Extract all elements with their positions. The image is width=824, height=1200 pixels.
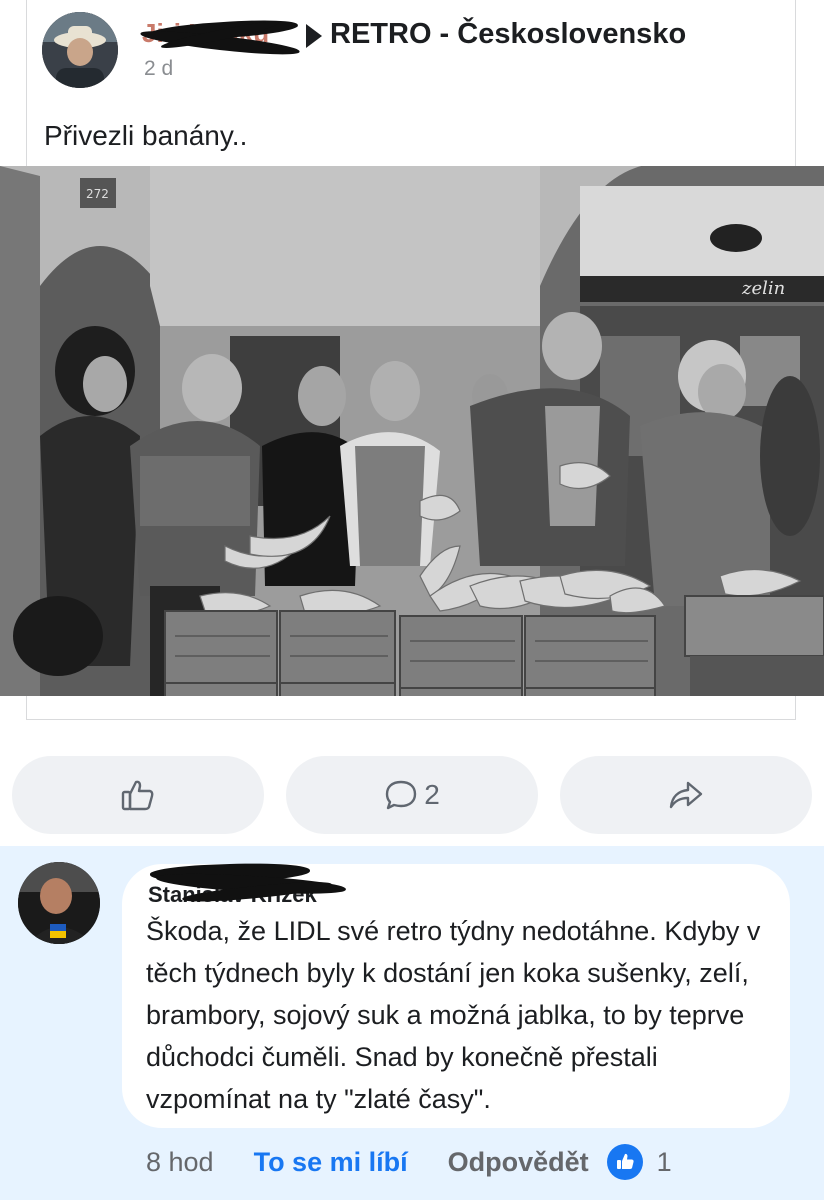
comment-button[interactable]: 2 bbox=[286, 756, 538, 834]
comment-icon bbox=[384, 778, 418, 812]
facebook-post-screen: Jiri Honku RETRO - Československo 2 d Př… bbox=[0, 0, 824, 1200]
group-name[interactable]: RETRO - Československo bbox=[330, 18, 686, 51]
post-photo[interactable]: zelin 272 bbox=[0, 166, 824, 696]
comment-timestamp[interactable]: 8 hod bbox=[146, 1147, 214, 1178]
house-number-sign: 272 bbox=[86, 187, 109, 201]
share-button[interactable] bbox=[560, 756, 812, 834]
comment-section: Stanislav Křížek Škoda, že LIDL své retr… bbox=[0, 846, 824, 1200]
thumbs-up-icon bbox=[120, 777, 156, 813]
comment-like-link[interactable]: To se mi líbí bbox=[254, 1147, 408, 1178]
like-reaction-icon[interactable] bbox=[606, 1144, 643, 1180]
post-actions-bar: 2 bbox=[0, 756, 824, 836]
comment-reply-link[interactable]: Odpovědět bbox=[448, 1147, 589, 1178]
comment-count: 2 bbox=[424, 779, 440, 810]
author-avatar[interactable] bbox=[42, 12, 118, 88]
comment-bubble: Stanislav Křížek Škoda, že LIDL své retr… bbox=[122, 861, 790, 1128]
comment-text: Škoda, že LIDL své retro týdny nedotáhne… bbox=[146, 916, 761, 1114]
commenter-avatar[interactable] bbox=[18, 862, 100, 944]
post-timestamp[interactable]: 2 d bbox=[144, 57, 173, 81]
share-arrow-icon bbox=[668, 777, 704, 813]
group-arrow-icon bbox=[306, 24, 322, 48]
like-button[interactable] bbox=[12, 756, 264, 834]
comment-meta-row: 8 hod To se mi líbí Odpovědět 1 bbox=[146, 1142, 672, 1182]
shop-sign-text: zelin bbox=[741, 278, 785, 299]
reaction-count: 1 bbox=[656, 1146, 672, 1177]
post-text: Přivezli banány.. bbox=[44, 120, 248, 151]
